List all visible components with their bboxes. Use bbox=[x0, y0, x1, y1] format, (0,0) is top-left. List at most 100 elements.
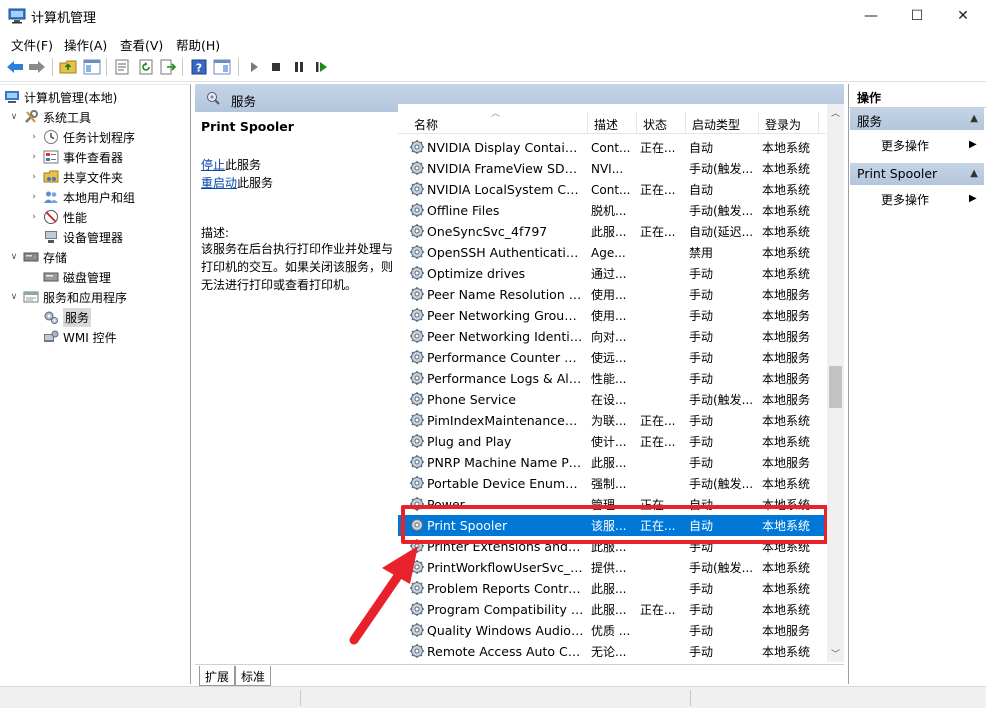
back-arrow-icon[interactable] bbox=[5, 57, 25, 77]
column-header-logon[interactable]: 登录为 bbox=[765, 116, 801, 133]
chevron-right-icon[interactable]: › bbox=[28, 172, 40, 182]
tree-item-local-users[interactable]: › 本地用户和组 bbox=[28, 187, 135, 207]
show-hide-icon[interactable] bbox=[212, 57, 232, 77]
table-row[interactable]: NVIDIA LocalSystem Con... Cont... 正在... 自动 本… bbox=[398, 179, 826, 200]
tools-icon bbox=[23, 109, 39, 125]
menu-file[interactable]: 文件(F) bbox=[11, 35, 53, 54]
minimize-button[interactable]: — bbox=[848, 0, 894, 32]
tree-item-services[interactable]: 服务 bbox=[43, 307, 92, 327]
restart-service-link[interactable]: 重启动 bbox=[201, 176, 237, 190]
status-divider bbox=[300, 690, 301, 706]
table-row[interactable]: Peer Networking Identity... 向对... 手动 本地服务 bbox=[398, 326, 826, 347]
actions-section-services[interactable]: 服务 ▲ bbox=[850, 108, 984, 130]
table-row[interactable]: Peer Name Resolution Pr... 使用... 手动 本地服务 bbox=[398, 284, 826, 305]
restart-icon[interactable] bbox=[312, 57, 332, 77]
table-row[interactable]: Portable Device Enumera... 强制... 手动(触发... 本… bbox=[398, 473, 826, 494]
chevron-right-icon[interactable]: › bbox=[28, 212, 40, 222]
maximize-button[interactable]: ☐ bbox=[894, 0, 940, 32]
service-name: NVIDIA Display Containe... bbox=[427, 140, 584, 155]
table-row[interactable]: Performance Logs & Aler... 性能... 手动 本地服务 bbox=[398, 368, 826, 389]
table-row[interactable]: NVIDIA FrameView SDK ... NVI... 手动(触发... 本地… bbox=[398, 158, 826, 179]
tree-item-performance[interactable]: › 性能 bbox=[28, 207, 87, 227]
properties-icon[interactable] bbox=[112, 57, 132, 77]
folder-up-icon[interactable] bbox=[58, 57, 78, 77]
table-row[interactable]: Peer Networking Groupi... 使用... 手动 本地服务 bbox=[398, 305, 826, 326]
stop-icon[interactable] bbox=[266, 57, 286, 77]
table-row[interactable]: Phone Service 在设... 手动(触发... 本地服务 bbox=[398, 389, 826, 410]
table-row[interactable]: OneSyncSvc_4f797 此服... 正在... 自动(延迟... 本地系统 bbox=[398, 221, 826, 242]
more-actions-services[interactable]: 更多操作 bbox=[881, 137, 929, 154]
tree-item-disk-management[interactable]: 磁盘管理 bbox=[43, 267, 111, 287]
table-row[interactable]: PNRP Machine Name Pu... 此服... 手动 本地服务 bbox=[398, 452, 826, 473]
table-row[interactable]: NVIDIA Display Containe... Cont... 正在... 自动… bbox=[398, 137, 826, 158]
chevron-down-icon[interactable]: ∨ bbox=[8, 112, 20, 122]
forward-arrow-icon[interactable] bbox=[27, 57, 47, 77]
pause-icon[interactable] bbox=[289, 57, 309, 77]
close-button[interactable]: ✕ bbox=[940, 0, 986, 32]
tab-extended[interactable]: 扩展 bbox=[199, 666, 236, 686]
chevron-down-icon[interactable]: ∨ bbox=[8, 252, 20, 262]
tree-item-wmi[interactable]: WMI 控件 bbox=[43, 327, 117, 347]
table-row[interactable]: Quality Windows Audio V... 优质 ... 手动 本地服务 bbox=[398, 620, 826, 641]
scroll-thumb[interactable] bbox=[829, 366, 842, 408]
submenu-arrow-icon: ▶ bbox=[969, 193, 977, 204]
collapse-up-icon[interactable]: ▲ bbox=[970, 113, 978, 124]
chevron-right-icon[interactable]: › bbox=[28, 132, 40, 142]
table-row[interactable]: Optimize drives 通过... 手动 本地系统 bbox=[398, 263, 826, 284]
table-row[interactable]: Power 管理... 正在... 自动 本地系统 bbox=[398, 494, 826, 515]
tree-item-shared-folders[interactable]: › 共享文件夹 bbox=[28, 167, 123, 187]
tree-item-system-tools[interactable]: ∨ 系统工具 bbox=[8, 107, 91, 127]
column-separator[interactable] bbox=[636, 112, 637, 134]
table-row[interactable]: Performance Counter DL... 使远... 手动 本地服务 bbox=[398, 347, 826, 368]
service-description-cell: Cont... bbox=[591, 140, 631, 155]
help-icon[interactable]: ? bbox=[189, 57, 209, 77]
tree-label: 计算机管理(本地) bbox=[24, 90, 118, 105]
chevron-right-icon[interactable]: › bbox=[28, 192, 40, 202]
service-description-cell: 通过... bbox=[591, 267, 627, 281]
menu-action[interactable]: 操作(A) bbox=[64, 35, 107, 54]
tree-item-task-scheduler[interactable]: › 任务计划程序 bbox=[28, 127, 135, 147]
tree-item-device-manager[interactable]: 设备管理器 bbox=[43, 227, 123, 247]
tree-item-services-apps[interactable]: ∨ 服务和应用程序 bbox=[8, 287, 127, 307]
tab-standard[interactable]: 标准 bbox=[235, 666, 272, 686]
service-detail: Print Spooler 停止此服务 重启动此服务 描述: 该服务在后台执行打… bbox=[195, 112, 398, 662]
table-row[interactable]: Program Compatibility A... 此服... 正在... 手动 本地… bbox=[398, 599, 826, 620]
column-header-desc[interactable]: 描述 bbox=[594, 116, 618, 133]
collapse-up-icon[interactable]: ▲ bbox=[970, 168, 978, 179]
tree-item-storage[interactable]: ∨ 存储 bbox=[8, 247, 67, 267]
table-row[interactable]: PrintWorkflowUserSvc_4f... 提供... 手动(触发... 本… bbox=[398, 557, 826, 578]
column-separator[interactable] bbox=[818, 112, 819, 134]
column-header-status[interactable]: 状态 bbox=[643, 116, 667, 133]
service-logon: 本地服务 bbox=[762, 309, 811, 323]
table-row[interactable]: PimIndexMaintenanceSvc... 为联... 正在... 手动 本地系… bbox=[398, 410, 826, 431]
table-row[interactable]: Printer Extensions and N... 此服... 手动 本地系统 bbox=[398, 536, 826, 557]
table-row[interactable]: OpenSSH Authentication ... Age... 禁用 本地系统 bbox=[398, 242, 826, 263]
table-row[interactable]: Offline Files 脱机... 手动(触发... 本地系统 bbox=[398, 200, 826, 221]
stop-service-link[interactable]: 停止 bbox=[201, 158, 225, 172]
table-row[interactable]: Remote Access Auto Con... 无论... 手动 本地系统 bbox=[398, 641, 826, 662]
actions-section-print-spooler[interactable]: Print Spooler ▲ bbox=[850, 163, 984, 185]
column-header-name[interactable]: 名称 bbox=[414, 116, 438, 133]
vertical-scrollbar[interactable]: ︿ ﹀ bbox=[827, 104, 844, 662]
column-separator[interactable] bbox=[758, 112, 759, 134]
column-separator[interactable] bbox=[685, 112, 686, 134]
refresh-icon[interactable] bbox=[136, 57, 156, 77]
column-separator[interactable] bbox=[587, 112, 588, 134]
play-icon[interactable] bbox=[244, 57, 264, 77]
console-tree-icon[interactable] bbox=[82, 57, 102, 77]
scroll-up-icon[interactable]: ︿ bbox=[827, 104, 844, 121]
menu-help[interactable]: 帮助(H) bbox=[176, 35, 220, 54]
table-row[interactable]: Print Spooler 该服... 正在... 自动 本地系统 bbox=[398, 515, 826, 536]
scroll-down-icon[interactable]: ﹀ bbox=[827, 645, 844, 662]
more-actions-print-spooler[interactable]: 更多操作 bbox=[881, 191, 929, 208]
table-row[interactable]: Plug and Play 使计... 正在... 手动 本地系统 bbox=[398, 431, 826, 452]
service-startup-type: 手动 bbox=[689, 456, 714, 470]
tree-item-root[interactable]: 计算机管理(本地) bbox=[4, 87, 117, 107]
export-list-icon[interactable] bbox=[158, 57, 178, 77]
menu-view[interactable]: 查看(V) bbox=[120, 35, 163, 54]
table-row[interactable]: Problem Reports Control... 此服... 手动 本地系统 bbox=[398, 578, 826, 599]
chevron-down-icon[interactable]: ∨ bbox=[8, 292, 20, 302]
tree-item-event-viewer[interactable]: › 事件查看器 bbox=[28, 147, 123, 167]
column-header-startup[interactable]: 启动类型 bbox=[692, 116, 740, 133]
chevron-right-icon[interactable]: › bbox=[28, 152, 40, 162]
